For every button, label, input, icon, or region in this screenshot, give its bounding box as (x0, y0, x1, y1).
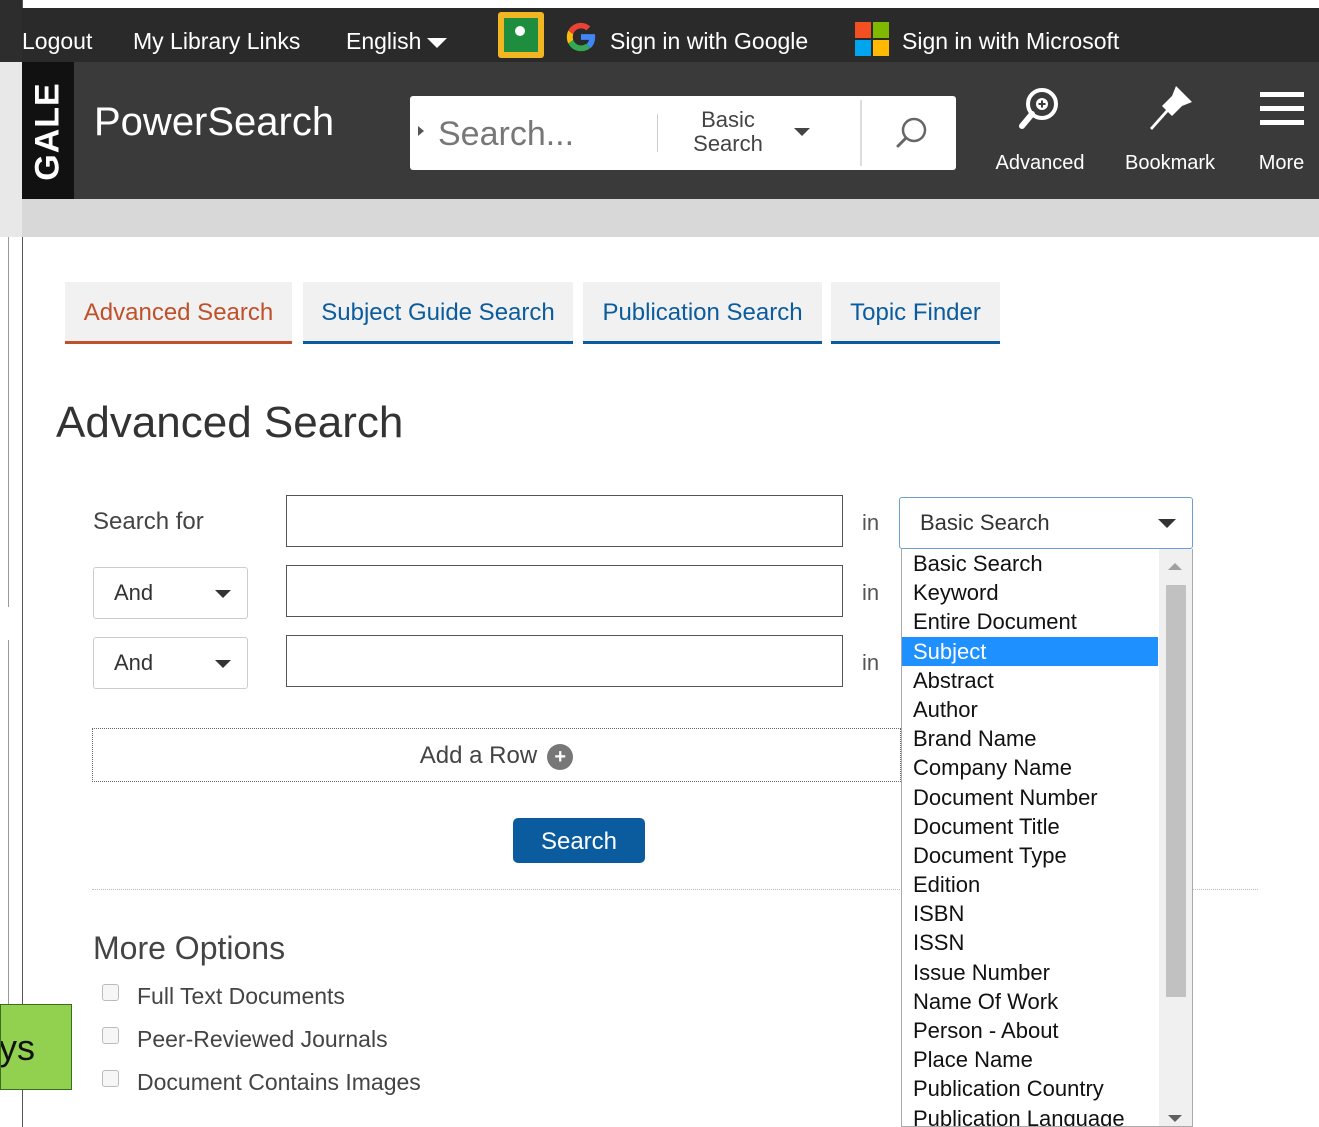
search-term-input-1[interactable] (286, 495, 843, 547)
language-label: English (346, 28, 422, 54)
search-term-input-2[interactable] (286, 565, 843, 617)
dropdown-option[interactable]: ISBN (902, 899, 1158, 928)
full-text-label[interactable]: Full Text Documents (137, 983, 345, 1010)
chevron-down-icon (215, 660, 231, 668)
hamburger-menu-icon (1259, 92, 1304, 125)
page-title: Advanced Search (56, 398, 404, 447)
dropdown-option[interactable]: Document Type (902, 841, 1158, 870)
product-title[interactable]: PowerSearch (94, 100, 334, 145)
advanced-search-icon (1019, 88, 1058, 129)
search-field-select[interactable]: Basic Search (899, 497, 1193, 549)
caret-right-icon (418, 126, 424, 136)
background-window-panel (0, 62, 22, 237)
contains-images-label[interactable]: Document Contains Images (137, 1069, 421, 1096)
top-utility-bar: Logout My Library Links English Sign in … (22, 8, 1319, 62)
dropdown-option[interactable]: Edition (902, 870, 1158, 899)
pushpin-icon (1150, 86, 1192, 130)
header-search-button[interactable] (862, 96, 956, 170)
dropdown-option[interactable]: Name Of Work (902, 987, 1158, 1016)
tab-publication-search[interactable]: Publication Search (583, 282, 822, 344)
dropdown-option[interactable]: Basic Search (902, 549, 1158, 578)
chevron-down-icon (427, 37, 448, 48)
dropdown-option[interactable]: Publication Language (902, 1104, 1158, 1126)
scroll-up-icon[interactable] (1168, 563, 1182, 570)
google-icon (566, 22, 596, 52)
microsoft-icon (855, 22, 889, 56)
background-window-line (8, 640, 9, 1030)
language-menu[interactable]: English (346, 8, 448, 62)
more-label: More (1258, 152, 1305, 174)
search-field-dropdown-list: Basic Search Keyword Entire Document Sub… (901, 549, 1193, 1127)
app-header: GALE PowerSearch Basic Search Advanced B… (22, 62, 1319, 199)
dropdown-option[interactable]: Place Name (902, 1045, 1158, 1074)
dropdown-option[interactable]: Company Name (902, 753, 1158, 782)
boolean-operator-select-1[interactable]: And (93, 567, 248, 619)
chevron-down-icon[interactable] (794, 128, 810, 136)
search-button[interactable]: Search (513, 818, 645, 863)
tab-topic-finder[interactable]: Topic Finder (831, 282, 1000, 344)
boolean-operator-select-2[interactable]: And (93, 637, 248, 689)
bookmark-label: Bookmark (1124, 152, 1216, 174)
background-window-edge (0, 0, 23, 1127)
dropdown-scrollbar[interactable] (1159, 549, 1192, 1126)
dropdown-option[interactable]: Keyword (902, 578, 1158, 607)
tab-advanced-search[interactable]: Advanced Search (65, 282, 292, 344)
more-button[interactable]: More (1244, 62, 1319, 199)
google-signin-link[interactable]: Sign in with Google (610, 8, 808, 62)
dropdown-option[interactable]: Entire Document (902, 607, 1158, 636)
search-mode-dropdown[interactable]: Basic Search (678, 108, 778, 156)
header-sub-bar (22, 199, 1319, 237)
dropdown-option[interactable]: Issue Number (902, 958, 1158, 987)
dropdown-option-highlighted[interactable]: Subject (902, 637, 1158, 666)
microsoft-signin-link[interactable]: Sign in with Microsoft (902, 8, 1119, 62)
background-window-bar (0, 0, 22, 62)
search-for-label: Search for (93, 508, 204, 535)
more-options-title: More Options (93, 930, 286, 966)
dropdown-option[interactable]: Author (902, 695, 1158, 724)
my-library-links[interactable]: My Library Links (133, 8, 300, 62)
bookmark-button[interactable]: Bookmark (1114, 62, 1226, 199)
peer-reviewed-checkbox[interactable] (102, 1027, 119, 1044)
in-label: in (862, 650, 880, 675)
dropdown-option[interactable]: Document Title (902, 812, 1158, 841)
dropdown-option[interactable]: Document Number (902, 783, 1158, 812)
dropdown-option[interactable]: Publication Country (902, 1074, 1158, 1103)
tab-subject-guide-search[interactable]: Subject Guide Search (303, 282, 573, 344)
background-window-line (8, 237, 9, 607)
peer-reviewed-label[interactable]: Peer-Reviewed Journals (137, 1026, 388, 1053)
in-label: in (862, 580, 880, 605)
basic-search-box: Basic Search (410, 96, 956, 170)
advanced-label: Advanced (995, 152, 1085, 174)
scroll-down-icon[interactable] (1168, 1115, 1182, 1122)
dropdown-option[interactable]: ISSN (902, 928, 1158, 957)
logout-link[interactable]: Logout (22, 8, 92, 62)
side-tab-label: ays (0, 1004, 72, 1090)
dropdown-option[interactable]: Abstract (902, 666, 1158, 695)
header-search-input[interactable] (436, 108, 650, 160)
contains-images-checkbox[interactable] (102, 1070, 119, 1087)
chevron-down-icon (215, 590, 231, 598)
search-term-input-3[interactable] (286, 635, 843, 687)
plus-circle-icon: + (547, 743, 574, 770)
search-icon (896, 117, 927, 148)
in-label: in (862, 510, 880, 535)
gale-logo[interactable]: GALE (22, 62, 74, 199)
dropdown-option[interactable]: Brand Name (902, 724, 1158, 753)
chevron-down-icon (1158, 519, 1176, 528)
full-text-checkbox[interactable] (102, 984, 119, 1001)
scrollbar-thumb[interactable] (1166, 585, 1186, 997)
google-classroom-icon[interactable] (498, 12, 544, 58)
dropdown-option[interactable]: Person - About (902, 1016, 1158, 1045)
add-row-button[interactable]: Add a Row + (92, 728, 901, 782)
advanced-button[interactable]: Advanced (982, 62, 1098, 199)
